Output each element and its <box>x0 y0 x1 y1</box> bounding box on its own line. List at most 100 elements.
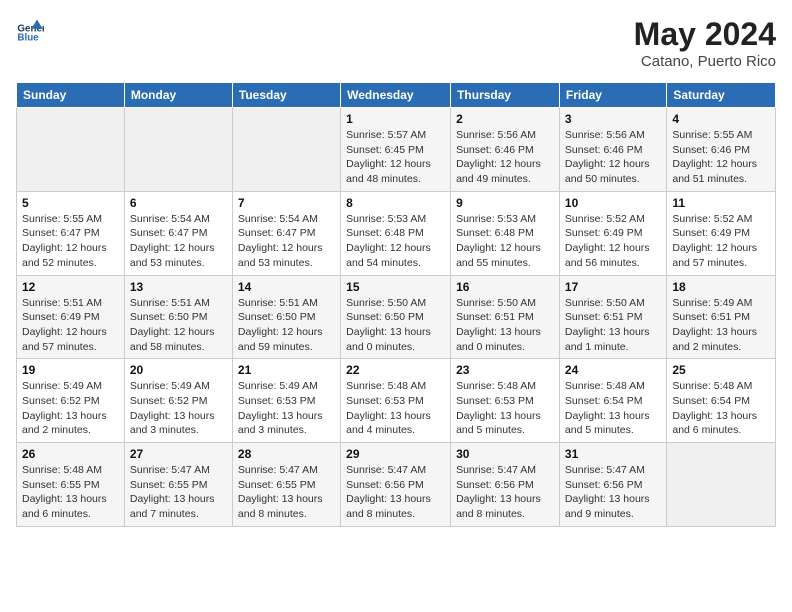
calendar-cell: 8 Sunrise: 5:53 AM Sunset: 6:48 PM Daylig… <box>341 191 451 275</box>
day-number: 4 <box>672 112 770 126</box>
day-info: Sunrise: 5:52 AM Sunset: 6:49 PM Dayligh… <box>672 212 770 271</box>
day-info: Sunrise: 5:49 AM Sunset: 6:52 PM Dayligh… <box>22 379 119 438</box>
day-info: Sunrise: 5:49 AM Sunset: 6:53 PM Dayligh… <box>238 379 335 438</box>
day-info: Sunrise: 5:57 AM Sunset: 6:45 PM Dayligh… <box>346 128 445 187</box>
calendar-cell: 24 Sunrise: 5:48 AM Sunset: 6:54 PM Dayli… <box>559 359 666 443</box>
day-number: 1 <box>346 112 445 126</box>
day-info: Sunrise: 5:53 AM Sunset: 6:48 PM Dayligh… <box>456 212 554 271</box>
calendar-cell: 26 Sunrise: 5:48 AM Sunset: 6:55 PM Dayli… <box>17 443 125 527</box>
calendar-cell: 20 Sunrise: 5:49 AM Sunset: 6:52 PM Dayli… <box>124 359 232 443</box>
day-info: Sunrise: 5:47 AM Sunset: 6:56 PM Dayligh… <box>565 463 661 522</box>
day-number: 26 <box>22 447 119 461</box>
calendar-cell: 17 Sunrise: 5:50 AM Sunset: 6:51 PM Dayli… <box>559 275 666 359</box>
calendar-cell: 1 Sunrise: 5:57 AM Sunset: 6:45 PM Daylig… <box>341 108 451 192</box>
title-block: May 2024 Catano, Puerto Rico <box>634 16 776 70</box>
calendar-cell: 15 Sunrise: 5:50 AM Sunset: 6:50 PM Dayli… <box>341 275 451 359</box>
day-number: 12 <box>22 280 119 294</box>
calendar-cell: 13 Sunrise: 5:51 AM Sunset: 6:50 PM Dayli… <box>124 275 232 359</box>
day-info: Sunrise: 5:51 AM Sunset: 6:50 PM Dayligh… <box>238 296 335 355</box>
day-info: Sunrise: 5:47 AM Sunset: 6:56 PM Dayligh… <box>456 463 554 522</box>
calendar-cell <box>232 108 340 192</box>
day-number: 6 <box>130 196 227 210</box>
calendar-cell: 27 Sunrise: 5:47 AM Sunset: 6:55 PM Dayli… <box>124 443 232 527</box>
calendar-cell <box>17 108 125 192</box>
calendar-week-row: 12 Sunrise: 5:51 AM Sunset: 6:49 PM Dayli… <box>17 275 776 359</box>
calendar-cell: 14 Sunrise: 5:51 AM Sunset: 6:50 PM Dayli… <box>232 275 340 359</box>
calendar-week-row: 26 Sunrise: 5:48 AM Sunset: 6:55 PM Dayli… <box>17 443 776 527</box>
day-info: Sunrise: 5:53 AM Sunset: 6:48 PM Dayligh… <box>346 212 445 271</box>
weekday-header: Thursday <box>451 83 560 108</box>
calendar-cell: 22Sunrise: 5:48 AM Sunset: 6:53 PM Dayli… <box>341 359 451 443</box>
day-number: 19 <box>22 363 119 377</box>
day-info: Sunrise: 5:48 AM Sunset: 6:55 PM Dayligh… <box>22 463 119 522</box>
day-number: 18 <box>672 280 770 294</box>
calendar-cell: 30 Sunrise: 5:47 AM Sunset: 6:56 PM Dayli… <box>451 443 560 527</box>
day-info: Sunrise: 5:54 AM Sunset: 6:47 PM Dayligh… <box>130 212 227 271</box>
day-number: 5 <box>22 196 119 210</box>
day-number: 24 <box>565 363 661 377</box>
weekday-header: Wednesday <box>341 83 451 108</box>
day-number: 2 <box>456 112 554 126</box>
day-info: Sunrise: 5:48 AM Sunset: 6:54 PM Dayligh… <box>672 379 770 438</box>
calendar-week-row: 5Sunrise: 5:55 AM Sunset: 6:47 PM Daylig… <box>17 191 776 275</box>
day-info: Sunrise: 5:55 AM Sunset: 6:46 PM Dayligh… <box>672 128 770 187</box>
weekday-header: Tuesday <box>232 83 340 108</box>
day-info: Sunrise: 5:48 AM Sunset: 6:54 PM Dayligh… <box>565 379 661 438</box>
day-info: Sunrise: 5:47 AM Sunset: 6:55 PM Dayligh… <box>238 463 335 522</box>
calendar-cell: 4 Sunrise: 5:55 AM Sunset: 6:46 PM Daylig… <box>667 108 776 192</box>
day-info: Sunrise: 5:50 AM Sunset: 6:50 PM Dayligh… <box>346 296 445 355</box>
weekday-header: Friday <box>559 83 666 108</box>
day-number: 7 <box>238 196 335 210</box>
day-info: Sunrise: 5:48 AM Sunset: 6:53 PM Dayligh… <box>346 379 445 438</box>
day-info: Sunrise: 5:51 AM Sunset: 6:49 PM Dayligh… <box>22 296 119 355</box>
day-number: 17 <box>565 280 661 294</box>
calendar-cell: 7Sunrise: 5:54 AM Sunset: 6:47 PM Daylig… <box>232 191 340 275</box>
day-number: 13 <box>130 280 227 294</box>
page-header: General Blue May 2024 Catano, Puerto Ric… <box>16 16 776 70</box>
calendar-cell: 28Sunrise: 5:47 AM Sunset: 6:55 PM Dayli… <box>232 443 340 527</box>
day-number: 16 <box>456 280 554 294</box>
calendar-cell: 11 Sunrise: 5:52 AM Sunset: 6:49 PM Dayli… <box>667 191 776 275</box>
day-info: Sunrise: 5:47 AM Sunset: 6:55 PM Dayligh… <box>130 463 227 522</box>
day-info: Sunrise: 5:51 AM Sunset: 6:50 PM Dayligh… <box>130 296 227 355</box>
day-number: 15 <box>346 280 445 294</box>
calendar-week-row: 1 Sunrise: 5:57 AM Sunset: 6:45 PM Daylig… <box>17 108 776 192</box>
calendar-cell: 29Sunrise: 5:47 AM Sunset: 6:56 PM Dayli… <box>341 443 451 527</box>
weekday-header: Monday <box>124 83 232 108</box>
calendar-cell: 9Sunrise: 5:53 AM Sunset: 6:48 PM Daylig… <box>451 191 560 275</box>
day-info: Sunrise: 5:56 AM Sunset: 6:46 PM Dayligh… <box>456 128 554 187</box>
calendar-cell: 18 Sunrise: 5:49 AM Sunset: 6:51 PM Dayli… <box>667 275 776 359</box>
day-number: 20 <box>130 363 227 377</box>
calendar-week-row: 19 Sunrise: 5:49 AM Sunset: 6:52 PM Dayli… <box>17 359 776 443</box>
day-number: 29 <box>346 447 445 461</box>
day-info: Sunrise: 5:48 AM Sunset: 6:53 PM Dayligh… <box>456 379 554 438</box>
day-number: 11 <box>672 196 770 210</box>
logo: General Blue <box>16 16 48 44</box>
day-info: Sunrise: 5:50 AM Sunset: 6:51 PM Dayligh… <box>456 296 554 355</box>
day-number: 31 <box>565 447 661 461</box>
calendar-cell: 12 Sunrise: 5:51 AM Sunset: 6:49 PM Dayli… <box>17 275 125 359</box>
weekday-header: Saturday <box>667 83 776 108</box>
calendar-cell: 23 Sunrise: 5:48 AM Sunset: 6:53 PM Dayli… <box>451 359 560 443</box>
calendar-header: SundayMondayTuesdayWednesdayThursdayFrid… <box>17 83 776 108</box>
day-number: 3 <box>565 112 661 126</box>
day-number: 21 <box>238 363 335 377</box>
calendar-cell: 16 Sunrise: 5:50 AM Sunset: 6:51 PM Dayli… <box>451 275 560 359</box>
calendar-cell: 2 Sunrise: 5:56 AM Sunset: 6:46 PM Daylig… <box>451 108 560 192</box>
general-blue-logo-icon: General Blue <box>16 16 44 44</box>
day-number: 30 <box>456 447 554 461</box>
calendar-cell <box>667 443 776 527</box>
day-number: 25 <box>672 363 770 377</box>
svg-text:Blue: Blue <box>17 33 39 44</box>
day-number: 8 <box>346 196 445 210</box>
calendar-cell: 3Sunrise: 5:56 AM Sunset: 6:46 PM Daylig… <box>559 108 666 192</box>
day-number: 14 <box>238 280 335 294</box>
day-number: 27 <box>130 447 227 461</box>
day-info: Sunrise: 5:49 AM Sunset: 6:51 PM Dayligh… <box>672 296 770 355</box>
day-number: 23 <box>456 363 554 377</box>
day-info: Sunrise: 5:50 AM Sunset: 6:51 PM Dayligh… <box>565 296 661 355</box>
month-title: May 2024 <box>634 16 776 53</box>
calendar-cell: 6 Sunrise: 5:54 AM Sunset: 6:47 PM Daylig… <box>124 191 232 275</box>
day-info: Sunrise: 5:49 AM Sunset: 6:52 PM Dayligh… <box>130 379 227 438</box>
location-subtitle: Catano, Puerto Rico <box>634 53 776 70</box>
